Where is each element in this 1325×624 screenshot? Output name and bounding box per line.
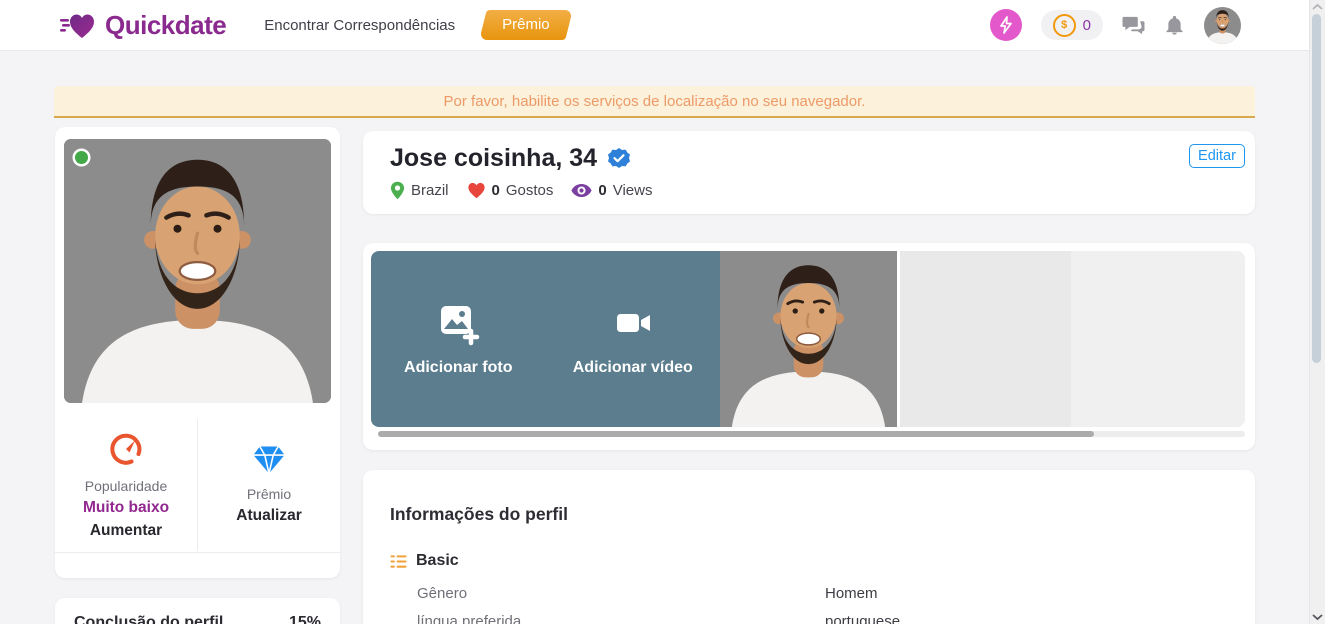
wallet-balance[interactable]: $ 0	[1041, 10, 1103, 40]
scrollbar-down-arrow[interactable]	[1311, 613, 1324, 621]
premium-stat[interactable]: Prêmio Atualizar	[198, 419, 340, 551]
boost-button[interactable]	[990, 9, 1022, 41]
media-upload-panel: Adicionar foto Adicionar vídeo	[371, 251, 720, 427]
heart-icon	[467, 182, 486, 199]
views-count: 0	[598, 182, 606, 199]
premium-upgrade-link[interactable]: Atualizar	[236, 507, 301, 525]
coin-icon: $	[1053, 14, 1076, 37]
profile-completion-card: Conclusão do perfil 15%	[55, 598, 340, 624]
profile-stats: Popularidade Muito baixo Aumentar Prêmio…	[55, 419, 340, 551]
location-meta: Brazil	[390, 181, 449, 200]
location-label: Brazil	[411, 182, 449, 199]
add-video-button[interactable]: Adicionar vídeo	[546, 251, 721, 427]
gallery-photo-thumbnail[interactable]	[720, 251, 897, 427]
brand-name: Quickdate	[105, 10, 226, 41]
media-strip: Adicionar foto Adicionar vídeo	[371, 251, 1245, 427]
card-divider	[55, 552, 340, 553]
likes-count: 0	[492, 182, 500, 199]
wallet-count: 0	[1083, 17, 1091, 34]
gallery-placeholder-1	[900, 251, 1071, 427]
diamond-icon	[252, 445, 286, 475]
top-navigation-bar: Quickdate Encontrar Correspondências Prê…	[0, 0, 1325, 51]
gallery-scrollbar-thumb[interactable]	[378, 431, 1094, 437]
messages-button[interactable]	[1122, 15, 1145, 36]
gallery-photo-image	[720, 251, 897, 427]
completion-percentage: 15%	[289, 614, 321, 624]
views-meta: 0 Views	[571, 182, 652, 199]
likes-meta: 0 Gostos	[467, 182, 554, 199]
premium-ribbon-badge[interactable]: Prêmio	[479, 10, 572, 40]
page-scrollbar-thumb[interactable]	[1312, 14, 1321, 363]
add-photo-button[interactable]: Adicionar foto	[371, 251, 546, 427]
gallery-scrollbar-track[interactable]	[378, 431, 1245, 437]
topbar-actions: $ 0	[990, 0, 1241, 50]
profile-photo-image	[64, 139, 331, 403]
info-row-label: Gênero	[417, 585, 825, 602]
verified-badge-icon	[607, 147, 631, 171]
profile-photo-card: Popularidade Muito baixo Aumentar Prêmio…	[55, 127, 340, 578]
basic-section-title: Basic	[416, 552, 459, 570]
info-row-value: Homem	[825, 585, 1255, 602]
avatar-photo	[1204, 7, 1241, 44]
profile-meta-row: Brazil 0 Gostos 0 Views	[390, 181, 1255, 200]
views-label: Views	[613, 182, 653, 199]
page-scrollbar[interactable]	[1309, 0, 1325, 624]
popularity-title: Popularidade	[85, 478, 168, 494]
lightning-icon	[998, 16, 1014, 34]
nav-find-matches[interactable]: Encontrar Correspondências	[264, 17, 455, 34]
premium-title: Prêmio	[247, 486, 291, 502]
profile-main-photo[interactable]	[64, 139, 331, 403]
profile-info-card: Informações do perfil Basic Gênero Homem…	[363, 470, 1255, 624]
heart-logo-icon	[60, 9, 96, 41]
image-plus-icon	[435, 302, 481, 346]
popularity-increase-link[interactable]: Aumentar	[90, 522, 162, 540]
scrollbar-up-arrow[interactable]	[1311, 3, 1324, 11]
quickdate-profile-page: Quickdate Encontrar Correspondências Prê…	[0, 0, 1325, 624]
info-row-value: portuguese	[825, 613, 1255, 624]
bell-icon	[1164, 14, 1185, 36]
completion-title: Conclusão do perfil	[74, 614, 223, 624]
basic-section-header: Basic	[390, 552, 1255, 570]
eye-icon	[571, 183, 592, 198]
profile-header-card: Jose coisinha, 34 Brazil	[363, 131, 1255, 214]
location-warning-banner: Por favor, habilite os serviços de local…	[54, 86, 1255, 118]
edit-profile-button[interactable]: Editar	[1189, 144, 1245, 168]
premium-ribbon-label: Prêmio	[502, 16, 550, 33]
popularity-stat[interactable]: Popularidade Muito baixo Aumentar	[55, 419, 198, 551]
video-camera-icon	[610, 302, 656, 346]
popularity-level: Muito baixo	[83, 499, 169, 517]
profile-name-age: Jose coisinha, 34	[390, 144, 597, 173]
info-row-label: língua preferida	[417, 613, 825, 624]
gauge-icon	[108, 431, 144, 467]
gallery-placeholder-2	[1071, 251, 1245, 427]
brand-logo[interactable]: Quickdate	[60, 9, 226, 41]
likes-label: Gostos	[506, 182, 554, 199]
add-video-label: Adicionar vídeo	[573, 359, 693, 377]
basic-info-grid: Gênero Homem língua preferida portuguese	[417, 585, 1255, 624]
media-card: Adicionar foto Adicionar vídeo	[363, 243, 1255, 450]
map-pin-icon	[390, 181, 405, 200]
online-status-dot	[75, 151, 88, 164]
notifications-button[interactable]	[1164, 14, 1185, 36]
location-warning-text: Por favor, habilite os serviços de local…	[444, 93, 866, 110]
user-avatar[interactable]	[1204, 7, 1241, 44]
chat-bubbles-icon	[1122, 15, 1145, 36]
list-icon	[390, 554, 407, 569]
add-photo-label: Adicionar foto	[404, 359, 512, 377]
info-card-title: Informações do perfil	[390, 504, 1255, 525]
